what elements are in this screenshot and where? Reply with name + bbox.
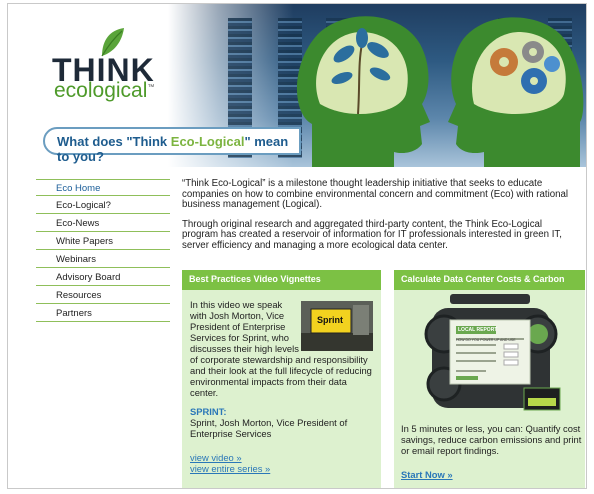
tagline-banner[interactable]: What does "Think Eco-Logical" mean to yo… <box>43 127 301 164</box>
nav-item-resources[interactable]: Resources <box>36 287 170 304</box>
two-heads-illustration-icon <box>296 16 584 167</box>
calculator-box: Calculate Data Center Costs & Carbon LOC… <box>394 270 585 488</box>
video-box-heading: Best Practices Video Vignettes <box>182 270 381 290</box>
view-series-link[interactable]: view entire series » <box>190 463 375 474</box>
nav-item-webinars[interactable]: Webinars <box>36 251 170 268</box>
header-banner: THINK ecological™ What does "Think Eco-L… <box>8 4 586 167</box>
view-video-link[interactable]: view video » <box>190 452 375 463</box>
nav-item-eco-home[interactable]: Eco Home <box>36 179 170 196</box>
video-vignettes-box: Best Practices Video Vignettes Sprint In… <box>182 270 381 488</box>
video-box-content: In this video we speak with Josh Morton,… <box>190 299 375 474</box>
nav-item-eco-news[interactable]: Eco-News <box>36 215 170 232</box>
nav-item-eco-logical[interactable]: Eco-Logical? <box>36 197 170 214</box>
device-subtitle: HOW DO YOU POWER UP AND USE <box>456 338 516 342</box>
start-now-link[interactable]: Start Now » <box>401 469 453 480</box>
intro-text: “Think Eco-Logical” is a milestone thoug… <box>182 178 580 260</box>
intro-paragraph-2: Through original research and aggregated… <box>182 218 562 251</box>
video-description: In this video we speak with Josh Morton,… <box>190 299 372 398</box>
video-company-label: SPRINT: <box>190 406 227 417</box>
nav-item-advisory-board[interactable]: Advisory Board <box>36 269 170 286</box>
calculator-device-icon[interactable] <box>414 294 568 420</box>
logo-ecological-text: ecological™ <box>54 79 155 102</box>
sidebar-nav: Eco Home Eco-Logical? Eco-News White Pap… <box>36 179 170 323</box>
video-person: Sprint, Josh Morton, Vice President of E… <box>190 417 348 439</box>
nav-item-white-papers[interactable]: White Papers <box>36 233 170 250</box>
calc-box-heading: Calculate Data Center Costs & Carbon <box>394 270 585 290</box>
nav-item-partners[interactable]: Partners <box>36 305 170 322</box>
intro-paragraph-1: “Think Eco-Logical” is a milestone thoug… <box>182 178 569 210</box>
page-frame: THINK ecological™ What does "Think Eco-L… <box>7 3 587 489</box>
device-title: LOCAL REPORT <box>458 327 498 333</box>
calc-description: In 5 minutes or less, you can: Quantify … <box>401 423 582 456</box>
